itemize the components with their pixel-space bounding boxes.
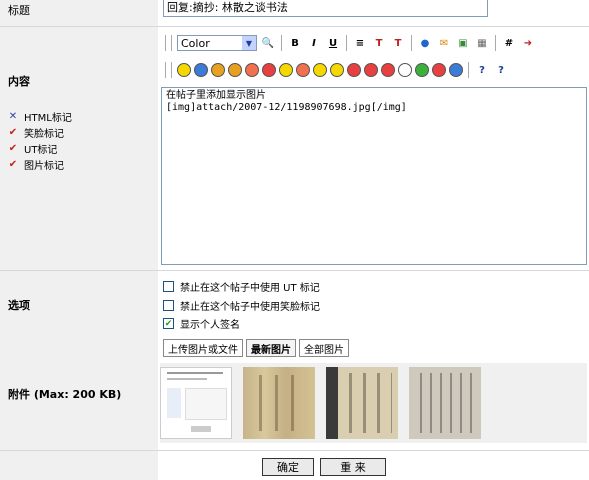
italic-button[interactable]: I — [306, 35, 322, 51]
thumbnail-calligraphy-1[interactable] — [243, 367, 315, 439]
color-select-value: Color — [181, 36, 210, 50]
toolbar-separator — [346, 35, 347, 51]
option-disable-smile[interactable]: 禁止在这个帖子中使用笑脸标记 — [163, 298, 320, 313]
table-icon[interactable]: ▦ — [474, 35, 490, 51]
smiley-icon[interactable] — [262, 63, 276, 77]
smiley-icon[interactable] — [381, 63, 395, 77]
divider — [0, 26, 589, 27]
smiley-icon[interactable] — [279, 63, 293, 77]
smiley-toolbar: ? ? — [163, 58, 509, 82]
image-icon[interactable]: ▣ — [455, 35, 471, 51]
toolbar-separator — [411, 35, 412, 51]
thumbnail-calligraphy-3[interactable] — [409, 367, 481, 439]
attachment-tabs: 上传图片或文件 最新图片 全部图片 — [163, 339, 349, 357]
smiley-icon[interactable] — [364, 63, 378, 77]
attachment-label: 附件 (Max: 200 KB) — [8, 388, 122, 401]
toolbar-separator — [171, 35, 172, 51]
smiley-icon[interactable] — [432, 63, 446, 77]
image-thumbnails — [160, 363, 587, 443]
checkbox[interactable] — [163, 300, 174, 311]
smiley-icon[interactable] — [347, 63, 361, 77]
toolbar-separator — [495, 35, 496, 51]
reset-button[interactable]: 重 来 — [320, 458, 386, 476]
help-icon[interactable]: ? — [493, 62, 509, 78]
options-label: 选项 — [8, 299, 30, 312]
smiley-icon[interactable] — [330, 63, 344, 77]
smiley-icon[interactable] — [177, 63, 191, 77]
toolbar-separator — [171, 62, 172, 78]
smiley-icon[interactable] — [194, 63, 208, 77]
title-label: 标题 — [8, 4, 30, 17]
underline-button[interactable]: U — [325, 35, 341, 51]
color-select[interactable]: Color ▼ — [177, 35, 257, 51]
check-icon: ✔ — [8, 127, 18, 138]
content-textarea[interactable]: 在帖子里添加显示图片 [img]attach/2007-12/119890769… — [161, 87, 587, 265]
content-label: 内容 — [8, 75, 30, 88]
check-icon: ✔ — [8, 159, 18, 170]
smiley-icon[interactable] — [211, 63, 225, 77]
hash-button[interactable]: # — [501, 35, 517, 51]
flag-label: HTML标记 — [24, 113, 72, 124]
divider — [0, 450, 589, 451]
thumbnail-calligraphy-2[interactable] — [326, 367, 398, 439]
cross-icon: ✕ — [8, 111, 18, 122]
html-flag: ✕ HTML标记 — [8, 109, 72, 124]
flag-label: 图片标记 — [24, 161, 64, 172]
smiley-icon[interactable] — [296, 63, 310, 77]
chevron-down-icon: ▼ — [242, 36, 256, 50]
email-icon[interactable]: ✉ — [436, 35, 452, 51]
smiley-icon[interactable] — [449, 63, 463, 77]
format-toolbar: Color ▼ 🔍 B I U ≡ T T ● ✉ ▣ ▦ # ➜ — [163, 31, 536, 55]
flag-label: 笑脸标记 — [24, 129, 64, 140]
help-icon[interactable]: ? — [474, 62, 490, 78]
flag-label: UT标记 — [24, 145, 58, 156]
thumbnail-screenshot[interactable] — [160, 367, 232, 439]
smiley-icon[interactable] — [228, 63, 242, 77]
toolbar-separator — [165, 62, 166, 78]
smiley-icon[interactable] — [313, 63, 327, 77]
checkbox[interactable] — [163, 281, 174, 292]
bold-button[interactable]: B — [287, 35, 303, 51]
toolbar-separator — [468, 62, 469, 78]
option-label: 禁止在这个帖子中使用笑脸标记 — [180, 302, 320, 313]
font-size-down-icon[interactable]: T — [390, 35, 406, 51]
title-input[interactable]: 回复:摘抄: 林散之谈书法 — [163, 0, 488, 17]
ut-flag: ✔ UT标记 — [8, 141, 58, 156]
tab-recent-images[interactable]: 最新图片 — [246, 339, 296, 357]
font-size-up-icon[interactable]: T — [371, 35, 387, 51]
submit-button[interactable]: 确定 — [262, 458, 314, 476]
label-column — [0, 0, 158, 480]
checkbox[interactable]: ✔ — [163, 318, 174, 329]
smile-flag: ✔ 笑脸标记 — [8, 125, 64, 140]
smiley-icon[interactable] — [245, 63, 259, 77]
check-icon: ✔ — [8, 143, 18, 154]
tab-upload[interactable]: 上传图片或文件 — [163, 339, 243, 357]
image-flag: ✔ 图片标记 — [8, 157, 64, 172]
tab-all-images[interactable]: 全部图片 — [299, 339, 349, 357]
option-label: 显示个人签名 — [180, 320, 240, 331]
quote-icon[interactable]: ➜ — [520, 35, 536, 51]
smiley-icon[interactable] — [398, 63, 412, 77]
toolbar-separator — [281, 35, 282, 51]
smiley-list — [177, 63, 463, 77]
zoom-icon[interactable]: 🔍 — [260, 35, 276, 51]
toolbar-separator — [165, 35, 166, 51]
divider — [0, 270, 589, 271]
smiley-icon[interactable] — [415, 63, 429, 77]
option-disable-ut[interactable]: 禁止在这个帖子中使用 UT 标记 — [163, 279, 320, 294]
option-show-signature[interactable]: ✔ 显示个人签名 — [163, 316, 240, 331]
center-align-icon[interactable]: ≡ — [352, 35, 368, 51]
link-icon[interactable]: ● — [417, 35, 433, 51]
option-label: 禁止在这个帖子中使用 UT 标记 — [180, 283, 320, 294]
